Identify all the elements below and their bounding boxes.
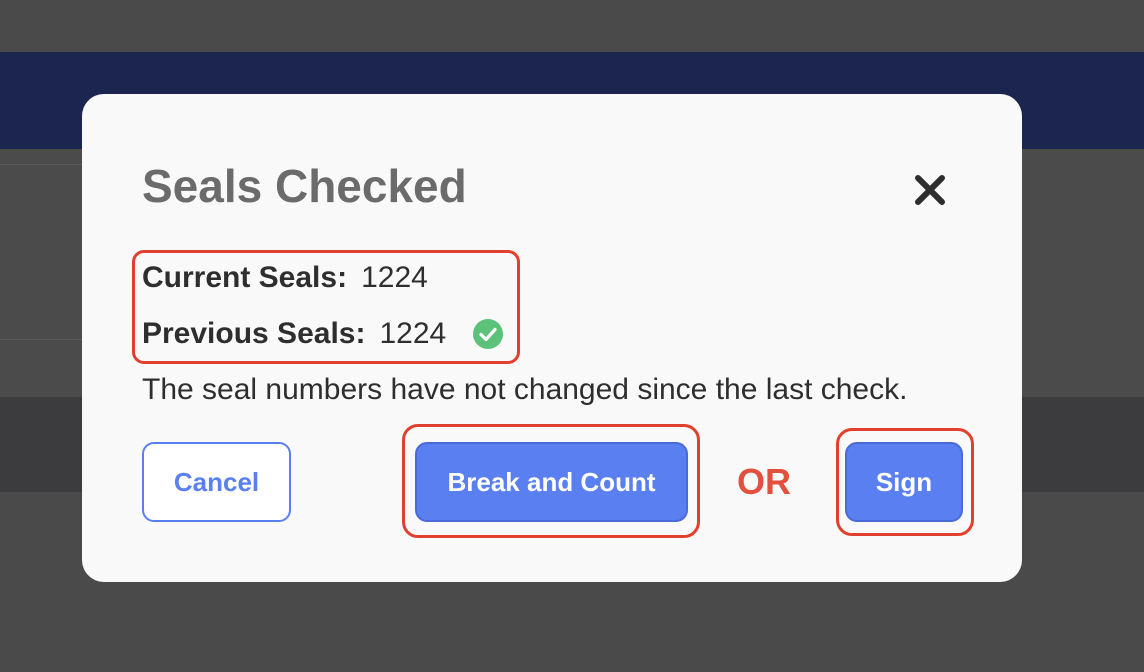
current-seals-row: Current Seals: 1224 bbox=[142, 258, 428, 298]
current-seals-label: Current Seals: bbox=[142, 261, 348, 294]
app-top-bar bbox=[0, 0, 1144, 52]
previous-seals-value: 1224 bbox=[379, 317, 447, 350]
cancel-button[interactable]: Cancel bbox=[142, 442, 291, 522]
dialog-title: Seals Checked bbox=[142, 160, 467, 212]
divider bbox=[0, 164, 90, 165]
sign-button[interactable]: Sign bbox=[845, 442, 963, 522]
previous-seals-row: Previous Seals: 1224 bbox=[142, 314, 446, 354]
close-icon[interactable] bbox=[910, 170, 950, 210]
current-seals-value: 1224 bbox=[361, 261, 428, 294]
or-separator: OR bbox=[737, 461, 791, 502]
check-circle-icon bbox=[472, 318, 504, 350]
previous-seals-label: Previous Seals: bbox=[142, 317, 366, 350]
status-message: The seal numbers have not changed since … bbox=[142, 373, 908, 406]
break-and-count-button[interactable]: Break and Count bbox=[415, 442, 688, 522]
seals-checked-dialog: Seals Checked Current Seals: 1224 Previou… bbox=[82, 94, 1022, 582]
divider bbox=[0, 339, 90, 340]
